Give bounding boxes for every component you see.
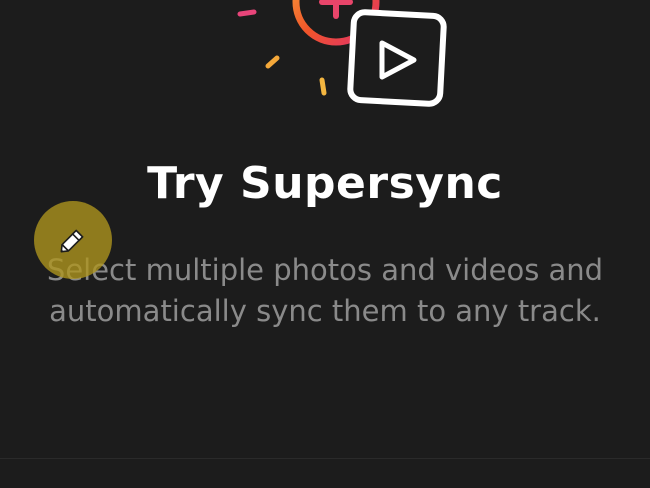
bottom-divider [0,458,650,459]
sparkle-dash [319,77,327,96]
supersync-hero-illustration [237,0,447,107]
pencil-icon [60,229,84,253]
video-play-icon [347,9,447,107]
supersync-intro-screen: Try Supersync Select multiple photos and… [0,0,650,488]
edit-badge-button[interactable] [34,201,112,279]
sparkle-dash [237,9,257,17]
sparkle-dash [265,55,280,69]
feature-description: Select multiple photos and videos and au… [46,253,604,328]
page-title: Try Supersync [147,158,503,209]
